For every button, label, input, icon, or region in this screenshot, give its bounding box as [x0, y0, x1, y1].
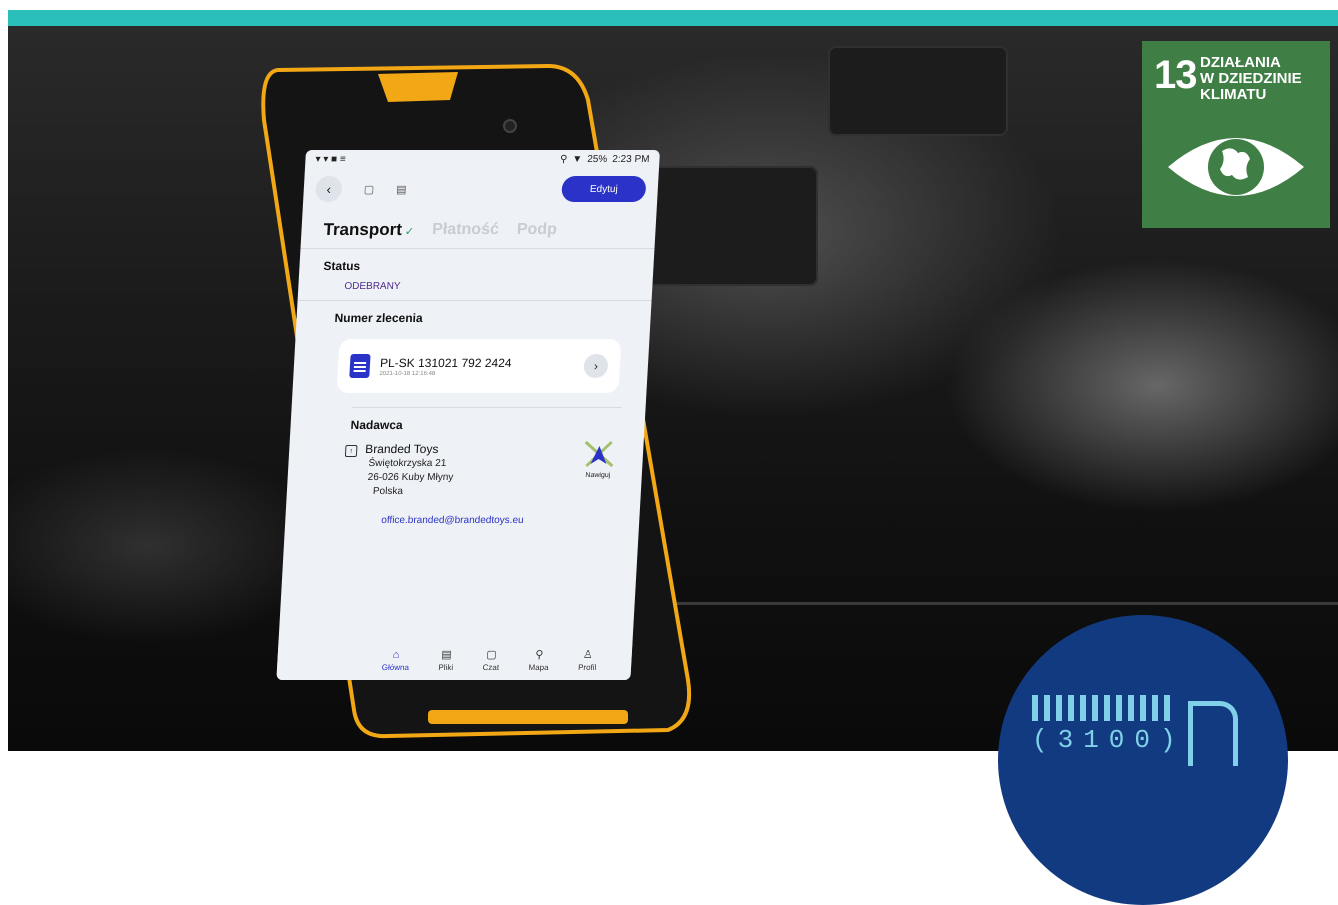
nav-map-label: Mapa	[528, 663, 549, 672]
home-icon: ⌂	[392, 648, 400, 661]
map-pin-icon: ⚲	[534, 649, 544, 661]
nav-map[interactable]: ⚲ Mapa	[528, 648, 549, 672]
sdg-title-line3: KLIMATU	[1200, 86, 1267, 103]
profile-icon: ♙	[582, 649, 594, 661]
sdg-title: DZIAŁANIA W DZIEDZINIE KLIMATU	[1200, 55, 1302, 103]
chevron-left-icon: ‹	[326, 181, 332, 197]
rugged-phone: ▾ ▾ ■ ≡ ⚲ ▼ 25% 2:23 PM ‹ ▢ ▤ Edytuj Tra…	[258, 60, 702, 740]
sender-label: Nadawca	[350, 418, 404, 432]
status-value: ODEBRANY	[297, 277, 653, 301]
truck-icon	[1188, 701, 1238, 766]
company-logo: (3100)	[998, 615, 1288, 905]
order-number-label: Numer zlecenia	[334, 311, 424, 325]
sender-block: ↑ Branded Toys Świętokrzyska 21 26-026 K…	[286, 436, 644, 499]
barcode-icon	[1032, 695, 1174, 721]
nav-profile[interactable]: ♙ Profil	[578, 648, 598, 672]
navigate-label: Nawiguj	[585, 472, 611, 479]
chevron-right-icon: ›	[593, 359, 599, 373]
navigate-button[interactable]: Nawiguj	[580, 436, 618, 479]
sdg-13-badge: 13 DZIAŁANIA W DZIEDZINIE KLIMATU	[1142, 41, 1330, 228]
sdg-title-line1: DZIAŁANIA	[1200, 54, 1281, 71]
notification-icons: ▾ ▾ ■ ≡	[315, 153, 347, 165]
dashboard-panel	[828, 46, 1008, 136]
nav-chat-label: Czat	[482, 663, 500, 672]
order-number: PL-SK 131021 792 2424	[379, 355, 512, 370]
sdg-number: 13	[1154, 53, 1197, 97]
sender-country: Polska	[372, 486, 404, 497]
wifi-icon: ▼	[572, 153, 583, 165]
tab-bar: Transport ✓ Płatność Podp	[300, 210, 657, 249]
tab-transport[interactable]: Transport ✓	[323, 220, 415, 240]
nav-chat[interactable]: ▢ Czat	[482, 648, 500, 672]
check-icon: ✓	[404, 226, 415, 238]
dashboard-edge	[648, 602, 1338, 605]
bottom-nav: ⌂ Główna ▤ Pliki ▢ Czat ⚲ Mapa ♙ Profil	[276, 640, 633, 680]
nav-home-label: Główna	[381, 662, 410, 672]
phone-screen: ▾ ▾ ■ ≡ ⚲ ▼ 25% 2:23 PM ‹ ▢ ▤ Edytuj Tra…	[276, 150, 660, 680]
nav-files[interactable]: ▤ Pliki	[438, 648, 454, 672]
tab-payment[interactable]: Płatność	[432, 221, 500, 239]
chat-icon[interactable]: ▢	[363, 183, 374, 196]
sender-name: Branded Toys	[364, 442, 439, 456]
tab-transport-label: Transport	[323, 220, 403, 239]
document-icon[interactable]: ▤	[396, 183, 407, 196]
document-icon	[349, 354, 371, 378]
sender-city: 26-026 Kuby Młyny	[367, 472, 454, 483]
tab-signature[interactable]: Podp	[516, 221, 557, 239]
status-label: Status	[323, 259, 361, 273]
sender-street: Świętokrzyska 21	[368, 458, 447, 469]
nav-profile-label: Profil	[577, 663, 597, 672]
sender-email[interactable]: office.branded@brandedtoys.eu	[285, 499, 641, 526]
status-bar: ▾ ▾ ■ ≡ ⚲ ▼ 25% 2:23 PM	[305, 150, 660, 168]
upload-icon: ↑	[344, 445, 358, 457]
order-open-button[interactable]: ›	[583, 354, 609, 378]
back-button[interactable]: ‹	[315, 176, 343, 202]
nav-files-label: Pliki	[438, 663, 454, 672]
battery-percent: 25%	[586, 153, 608, 165]
chat-icon: ▢	[485, 649, 498, 661]
nav-home[interactable]: ⌂ Główna	[382, 649, 410, 672]
order-date: 2021-10-18 12:16:48	[379, 370, 436, 377]
order-card[interactable]: PL-SK 131021 792 2424 2021-10-18 12:16:4…	[336, 339, 622, 393]
navigation-map-icon	[584, 440, 614, 468]
top-stripe	[8, 10, 1338, 26]
status-time: 2:23 PM	[611, 153, 650, 165]
eye-globe-icon	[1168, 138, 1304, 196]
edit-button[interactable]: Edytuj	[561, 176, 647, 202]
files-icon: ▤	[440, 649, 453, 661]
app-bar: ‹ ▢ ▤ Edytuj	[303, 168, 659, 210]
sdg-title-line2: W DZIEDZINIE	[1200, 70, 1302, 87]
location-icon: ⚲	[559, 153, 568, 165]
